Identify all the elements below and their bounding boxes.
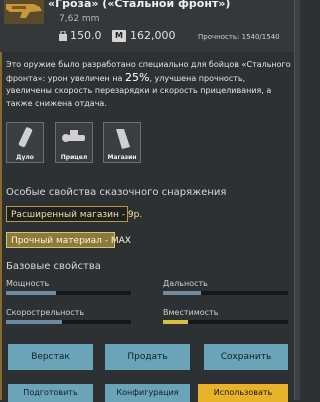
stat-fill-power <box>6 291 56 295</box>
stat-label-power: Мощность <box>6 279 50 288</box>
stat-label-range: Дальность <box>163 279 208 288</box>
stat-fill-range <box>163 291 201 295</box>
prepare-button[interactable]: Подготовить <box>8 384 93 402</box>
sell-button[interactable]: Продать <box>105 344 190 370</box>
slot-label-scope: Прицел <box>60 154 88 161</box>
special-tag-magazine[interactable]: Расширенный магазин - 9р. <box>6 206 142 222</box>
stat-bar-power <box>6 291 131 295</box>
stat-bar-range <box>163 291 288 295</box>
mod-slot-muzzle[interactable]: Дуло <box>6 122 44 163</box>
mod-slot-magazine[interactable]: Магазин <box>103 122 141 163</box>
configuration-button[interactable]: Конфигурация <box>105 384 190 402</box>
rifle-thumbnail-icon <box>4 0 44 24</box>
caliber-text: 7,62 mm <box>59 14 100 24</box>
slot-label-muzzle: Дуло <box>16 154 34 161</box>
currency-icon: M <box>112 30 126 42</box>
item-header: «Гроза» («Стальной фронт») 7,62 mm 150.0… <box>0 0 300 52</box>
stat-label-capacity: Вместимость <box>163 308 219 317</box>
stat-bar-capacity <box>163 320 288 324</box>
weight-value: 150.0 <box>70 29 102 42</box>
mod-slot-scope[interactable]: Прицел <box>55 122 93 163</box>
special-tag-material[interactable]: Прочный материал - MAX <box>6 232 131 248</box>
price-value: 162,000 <box>130 29 176 42</box>
durability-text: Прочность: 1540/1540 <box>198 33 280 41</box>
slot-label-magazine: Магазин <box>107 154 137 161</box>
item-title: «Гроза» («Стальной фронт») <box>48 0 231 10</box>
damage-percent: 25% <box>125 70 150 84</box>
magazine-icon <box>116 129 130 149</box>
muzzle-icon <box>18 127 33 148</box>
stat-fill-capacity <box>163 320 188 324</box>
use-button[interactable]: Использовать <box>198 384 288 402</box>
workbench-button[interactable]: Верстак <box>8 344 93 370</box>
item-description: Это оружие было разработано специально д… <box>6 59 292 110</box>
save-button[interactable]: Сохранить <box>204 344 288 370</box>
base-properties-title: Базовые свойства <box>6 261 101 272</box>
scope-icon <box>62 130 85 142</box>
scrollbar[interactable] <box>294 0 300 400</box>
stat-bar-fire-rate <box>6 320 131 324</box>
stat-fill-fire-rate <box>6 320 63 324</box>
stat-label-fire-rate: Скорострельность <box>6 308 85 317</box>
left-edge-accent <box>0 0 2 400</box>
special-properties-title: Особые свойства сказочного снаряжения <box>6 187 227 198</box>
weight-icon <box>59 31 67 41</box>
